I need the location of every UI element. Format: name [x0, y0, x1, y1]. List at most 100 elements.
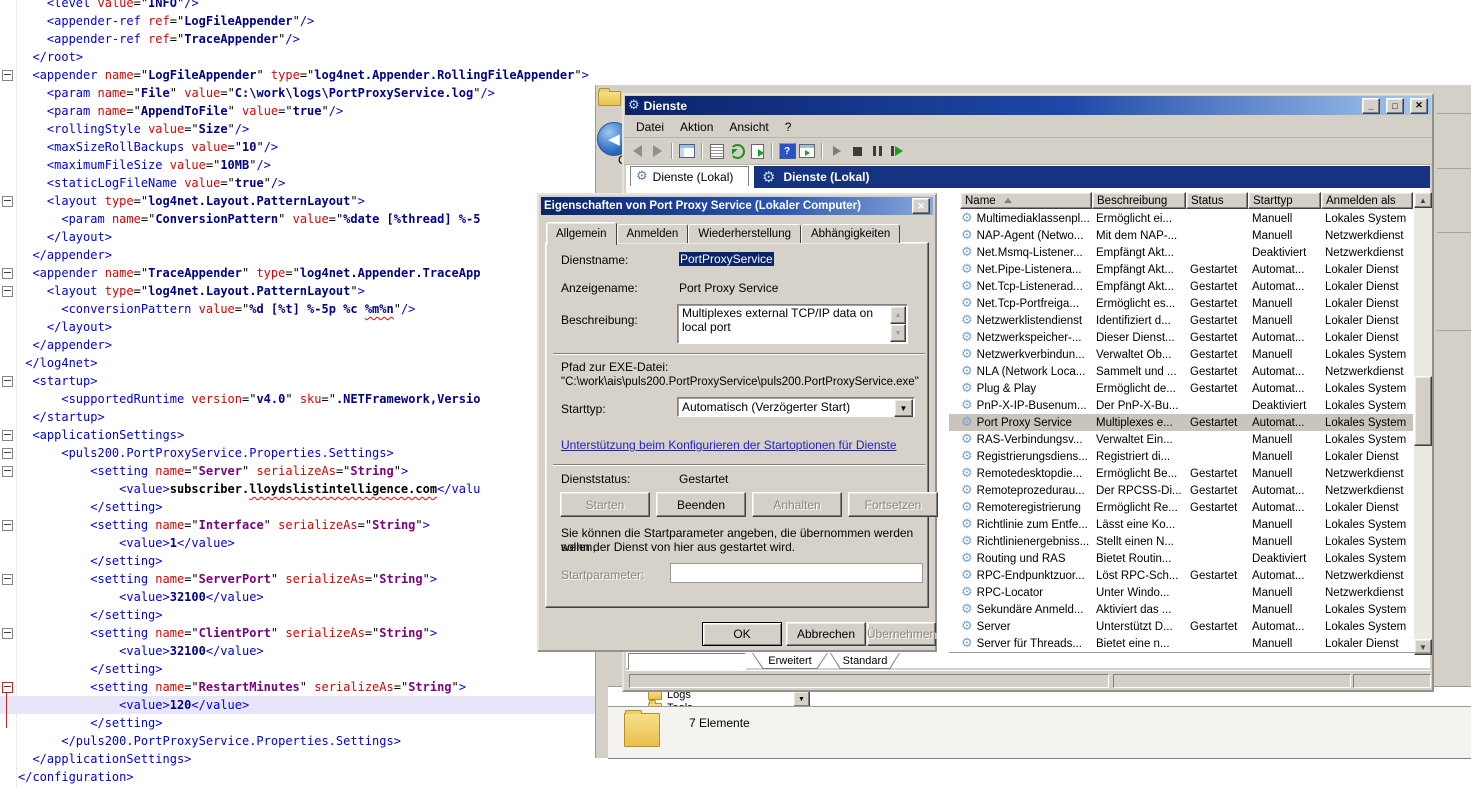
panel-separator	[1437, 330, 1471, 331]
pause-service-icon[interactable]	[868, 143, 886, 160]
menu-item-datei[interactable]: Datei	[628, 118, 672, 136]
column-header-status[interactable]: Status	[1186, 192, 1248, 209]
combobox-dropdown-icon[interactable]: ▼	[894, 399, 913, 417]
service-row[interactable]: ⚙Server für Threads...Bietet eine n...Ma…	[949, 635, 1413, 652]
export-list-icon[interactable]	[748, 143, 766, 160]
tab-anmelden[interactable]: Anmelden	[617, 224, 689, 243]
ok-button[interactable]: OK	[702, 622, 782, 646]
cancel-button[interactable]: Abbrechen	[786, 622, 866, 646]
column-header-starttyp[interactable]: Starttyp	[1248, 192, 1321, 209]
start-type-combobox[interactable]: Automatisch (Verzögerter Start) ▼	[677, 397, 915, 417]
description-field[interactable]: Multiplexes external TCP/IP data on loca…	[677, 304, 908, 344]
scroll-down-icon[interactable]: ▼	[890, 324, 906, 342]
service-row[interactable]: ⚙Net.Pipe-Listenera...Empfängt Akt...Ges…	[949, 261, 1413, 278]
fold-collapse-icon[interactable]	[2, 520, 13, 531]
service-row-selected[interactable]: ⚙Port Proxy ServiceMultiplexes e...Gesta…	[949, 414, 1413, 431]
apply-button[interactable]: Übernehmen	[867, 622, 936, 646]
fold-collapse-icon[interactable]	[2, 628, 13, 639]
service-row[interactable]: ⚙RemoteregistrierungErmöglicht Re...Gest…	[949, 499, 1413, 516]
menu-item-ansicht[interactable]: Ansicht	[721, 118, 776, 136]
column-header-name[interactable]: Name	[960, 192, 1092, 209]
fold-collapse-icon[interactable]	[2, 574, 13, 585]
fold-collapse-icon[interactable]	[2, 196, 13, 207]
panel-separator	[1437, 113, 1471, 114]
menu-item-?[interactable]: ?	[777, 118, 800, 136]
fold-collapse-icon[interactable]	[2, 268, 13, 279]
column-header-beschreibung[interactable]: Beschreibung	[1092, 192, 1186, 209]
console-tree-root[interactable]: ⚙ Dienste (Lokal)	[630, 166, 749, 186]
fold-collapse-icon[interactable]	[2, 448, 13, 459]
menu-item-aktion[interactable]: Aktion	[672, 118, 721, 136]
scrollbar-thumb[interactable]	[1414, 376, 1432, 446]
services-titlebar[interactable]: ⚙ Dienste _ □ ✕	[625, 96, 1431, 115]
service-row[interactable]: ⚙Sekundäre Anmeld...Aktiviert das ...Man…	[949, 601, 1413, 618]
service-row[interactable]: ⚙Net.Tcp-Portfreiga...Ermöglicht es...Ge…	[949, 295, 1413, 312]
start-service-button[interactable]: Starten	[560, 492, 650, 517]
pause-service-button[interactable]: Anhalten	[752, 492, 842, 517]
scroll-up-icon[interactable]: ▲	[890, 306, 906, 324]
close-icon[interactable]: ✕	[912, 198, 930, 214]
service-row[interactable]: ⚙Multimediaklassenpl...Ermöglicht ei...M…	[949, 210, 1413, 227]
service-row[interactable]: ⚙Richtlinienergebniss...Stellt einen N..…	[949, 533, 1413, 550]
code-line: </setting>	[18, 714, 163, 732]
minimize-button[interactable]: _	[1362, 98, 1380, 114]
close-button[interactable]: ✕	[1410, 98, 1428, 114]
code-line: </layout>	[18, 228, 112, 246]
service-row[interactable]: ⚙ServerUnterstützt D...GestartetAutomat.…	[949, 618, 1413, 635]
resume-service-button[interactable]: Fortsetzen	[848, 492, 938, 517]
fold-collapse-icon[interactable]	[2, 376, 13, 387]
list-column-headers: NameBeschreibungStatusStarttypAnmelden a…	[960, 192, 1413, 209]
service-name-value[interactable]: PortProxyService	[679, 252, 774, 266]
tab-abhangigkeiten[interactable]: Abhängigkeiten	[801, 224, 900, 243]
service-row[interactable]: ⚙RAS-Verbindungsv...Verwaltet Ein...Manu…	[949, 431, 1413, 448]
fold-collapse-icon-active[interactable]	[2, 682, 13, 693]
vertical-scrollbar[interactable]: ▲ ▼	[1414, 192, 1432, 655]
service-row[interactable]: ⚙NetzwerklistendienstIdentifiziert d...G…	[949, 312, 1413, 329]
fold-collapse-icon[interactable]	[2, 430, 13, 441]
column-header-anmelden-als[interactable]: Anmelden als	[1321, 192, 1413, 209]
service-row[interactable]: ⚙RPC-Endpunktzuor...Löst RPC-Sch...Gesta…	[949, 567, 1413, 584]
fold-collapse-icon[interactable]	[2, 70, 13, 81]
service-row[interactable]: ⚙PnP-X-IP-Busenum...Der PnP-X-Bu...Deakt…	[949, 397, 1413, 414]
tab-wiederherstellung[interactable]: Wiederherstellung	[688, 224, 801, 243]
stop-service-icon[interactable]	[848, 143, 866, 160]
code-line: <appender-ref ref="TraceAppender"/>	[18, 30, 300, 48]
service-gear-icon: ⚙	[961, 518, 973, 531]
tab-allgemein[interactable]: Allgemein	[546, 222, 617, 245]
maximize-button[interactable]: □	[1386, 98, 1404, 114]
service-row[interactable]: ⚙Plug & PlayErmöglicht de...GestartetAut…	[949, 380, 1413, 397]
service-row[interactable]: ⚙NAP-Agent (Netwo...Mit dem NAP-...Manue…	[949, 227, 1413, 244]
dialog-titlebar[interactable]: Eigenschaften von Port Proxy Service (Lo…	[541, 197, 933, 215]
forward-icon[interactable]	[648, 143, 666, 160]
start-params-input[interactable]	[670, 563, 923, 583]
service-row[interactable]: ⚙NLA (Network Loca...Sammelt und ...Gest…	[949, 363, 1413, 380]
restart-service-icon[interactable]	[888, 143, 906, 160]
service-row[interactable]: ⚙Remoteprozedurau...Der RPCSS-Di...Gesta…	[949, 482, 1413, 499]
properties-list-icon[interactable]	[708, 143, 726, 160]
service-row[interactable]: ⚙Net.Tcp-Listenerad...Empfängt Akt...Ges…	[949, 278, 1413, 295]
help-icon[interactable]: ?	[778, 143, 796, 160]
service-row[interactable]: ⚙Routing und RASBietet Routin...Deaktivi…	[949, 550, 1413, 567]
start-service-icon[interactable]	[828, 143, 846, 160]
show-console-tree-icon[interactable]	[678, 143, 696, 160]
dropdown-arrow-button[interactable]: ▼	[793, 691, 810, 707]
code-line: <param name="File" value="C:\work\logs\P…	[18, 84, 495, 102]
fold-collapse-icon[interactable]	[2, 286, 13, 297]
service-row[interactable]: ⚙Richtlinie zum Entfe...Lässt eine Ko...…	[949, 516, 1413, 533]
extended-view-icon[interactable]	[798, 143, 816, 160]
view-tab-standard[interactable]: Standard	[830, 653, 900, 669]
refresh-icon[interactable]	[728, 143, 746, 160]
toolbar-separator	[821, 143, 823, 159]
service-row[interactable]: ⚙Remotedesktopdie...Ermöglicht Be...Gest…	[949, 465, 1413, 482]
service-row[interactable]: ⚙RPC-LocatorUnter Windo...ManuellNetzwer…	[949, 584, 1413, 601]
service-row[interactable]: ⚙Registrierungsdiens...Registriert di...…	[949, 448, 1413, 465]
service-row[interactable]: ⚙Netzwerkverbindun...Verwaltet Ob...Gest…	[949, 346, 1413, 363]
view-tab-erweitert[interactable]: Erweitert	[752, 653, 828, 669]
stop-service-button[interactable]: Beenden	[656, 492, 746, 517]
scroll-up-button[interactable]: ▲	[1414, 192, 1432, 208]
service-row[interactable]: ⚙Netzwerkspeicher-...Dieser Dienst...Ges…	[949, 329, 1413, 346]
startup-options-help-link[interactable]: Unterstützung beim Konfigurieren der Sta…	[561, 438, 897, 452]
service-row[interactable]: ⚙Net.Msmq-Listener...Empfängt Akt...Deak…	[949, 244, 1413, 261]
fold-collapse-icon[interactable]	[2, 466, 13, 477]
back-icon[interactable]	[628, 143, 646, 160]
